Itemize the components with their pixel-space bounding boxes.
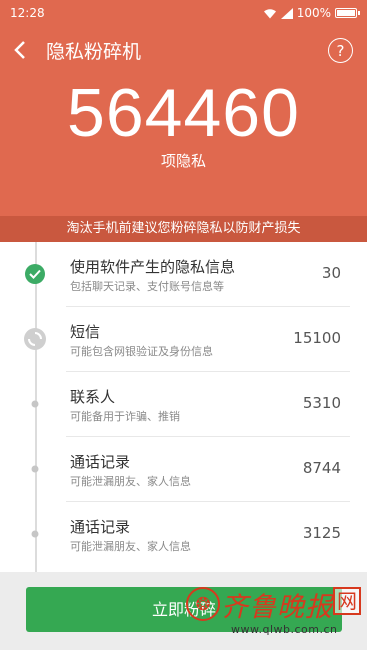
battery-fill	[337, 10, 355, 16]
pending-dot-icon	[31, 400, 39, 408]
wifi-icon	[263, 8, 276, 18]
battery-icon	[335, 8, 360, 18]
list-item[interactable]: 短信 可能包含网银验证及身份信息 15100	[0, 307, 367, 372]
list-item[interactable]: 通话记录 可能泄漏朋友、家人信息 3125	[0, 502, 367, 567]
item-desc: 可能泄漏朋友、家人信息	[70, 475, 191, 488]
check-icon	[25, 264, 45, 284]
item-count: 3125	[302, 524, 341, 542]
list-item[interactable]: 通话记录 可能泄漏朋友、家人信息 8744	[0, 437, 367, 502]
item-desc: 可能包含网银验证及身份信息	[70, 345, 213, 358]
signal-icon	[280, 7, 293, 19]
status-icons: 100%	[263, 6, 360, 20]
item-count: 8744	[302, 459, 341, 477]
privacy-count-unit: 项隐私	[160, 152, 206, 170]
privacy-count: 564460	[67, 75, 300, 151]
item-name: 短信	[70, 323, 101, 341]
list-item[interactable]: 联系人 可能备用于诈骗、推销 5310	[0, 372, 367, 437]
item-count: 15100	[293, 329, 341, 347]
pending-dot-icon	[31, 465, 39, 473]
back-button[interactable]	[0, 41, 40, 59]
item-desc: 可能泄漏朋友、家人信息	[70, 540, 191, 553]
item-name: 通话记录	[70, 518, 131, 536]
scanning-icon	[24, 328, 46, 350]
item-count: 5310	[302, 394, 341, 412]
page-title: 隐私粉碎机	[46, 40, 142, 63]
privacy-list: 使用软件产生的隐私信息 包括聊天记录、支付账号信息等 30 短信 可能包含网银验…	[0, 242, 367, 572]
chevron-left-icon	[14, 41, 25, 59]
item-name: 使用软件产生的隐私信息	[70, 258, 236, 276]
shred-now-button[interactable]: 立即粉碎	[26, 587, 342, 632]
status-time: 12:28	[10, 6, 45, 20]
item-name: 联系人	[70, 388, 116, 406]
warning-banner: 淘汰手机前建议您粉碎隐私以防财产损失	[0, 216, 367, 242]
title-bar: 隐私粉碎机 ?	[0, 26, 367, 74]
item-desc: 可能备用于诈骗、推销	[70, 410, 180, 423]
header-panel: 12:28 100% 隐私粉碎机 ? 564460 项隐私	[0, 0, 367, 216]
battery-percent: 100%	[296, 6, 331, 20]
list-item[interactable]: 使用软件产生的隐私信息 包括聊天记录、支付账号信息等 30	[0, 242, 367, 307]
action-bar: 立即粉碎	[0, 572, 367, 650]
status-bar: 12:28 100%	[0, 0, 367, 26]
item-count: 30	[321, 264, 341, 282]
item-desc: 包括聊天记录、支付账号信息等	[70, 280, 224, 293]
help-button[interactable]: ?	[328, 38, 353, 63]
item-name: 通话记录	[70, 453, 131, 471]
pending-dot-icon	[31, 530, 39, 538]
